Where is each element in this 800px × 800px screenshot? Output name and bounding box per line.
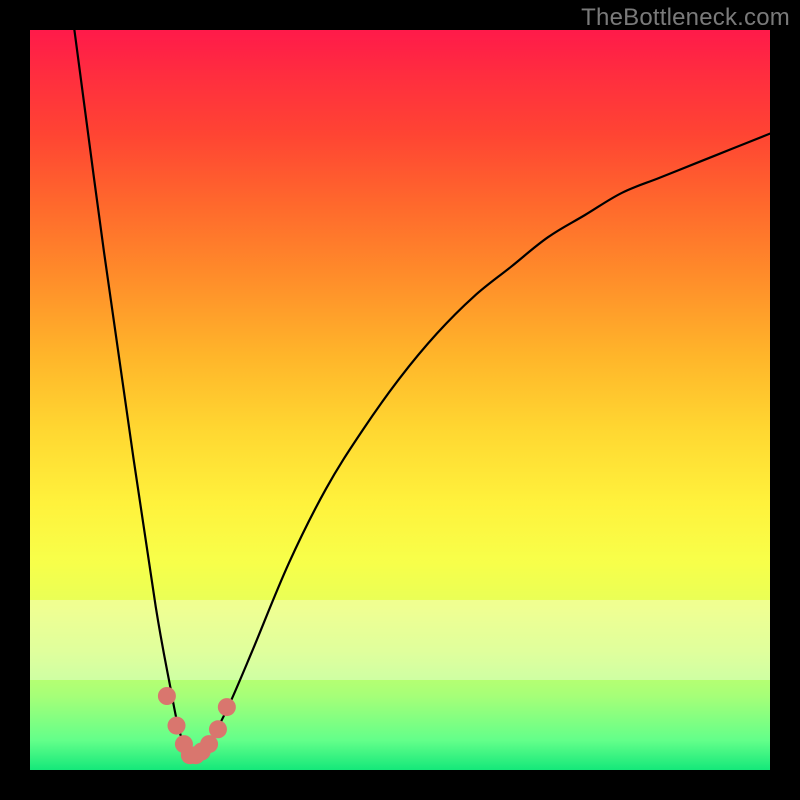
trough-dot xyxy=(168,717,186,735)
trough-dot xyxy=(193,743,211,761)
trough-dot xyxy=(181,746,199,764)
plot-area xyxy=(30,30,770,770)
trough-dot xyxy=(175,735,193,753)
curve-layer xyxy=(30,30,770,770)
trough-dot xyxy=(209,720,227,738)
trough-dot xyxy=(200,735,218,753)
trough-dot xyxy=(187,746,205,764)
trough-dot xyxy=(218,698,236,716)
trough-dot xyxy=(158,687,176,705)
bottom-dot-cluster xyxy=(158,687,236,764)
watermark-text: TheBottleneck.com xyxy=(581,4,790,32)
highlight-band xyxy=(30,600,770,680)
outer-frame: TheBottleneck.com xyxy=(0,0,800,800)
bottleneck-curve xyxy=(74,30,770,756)
